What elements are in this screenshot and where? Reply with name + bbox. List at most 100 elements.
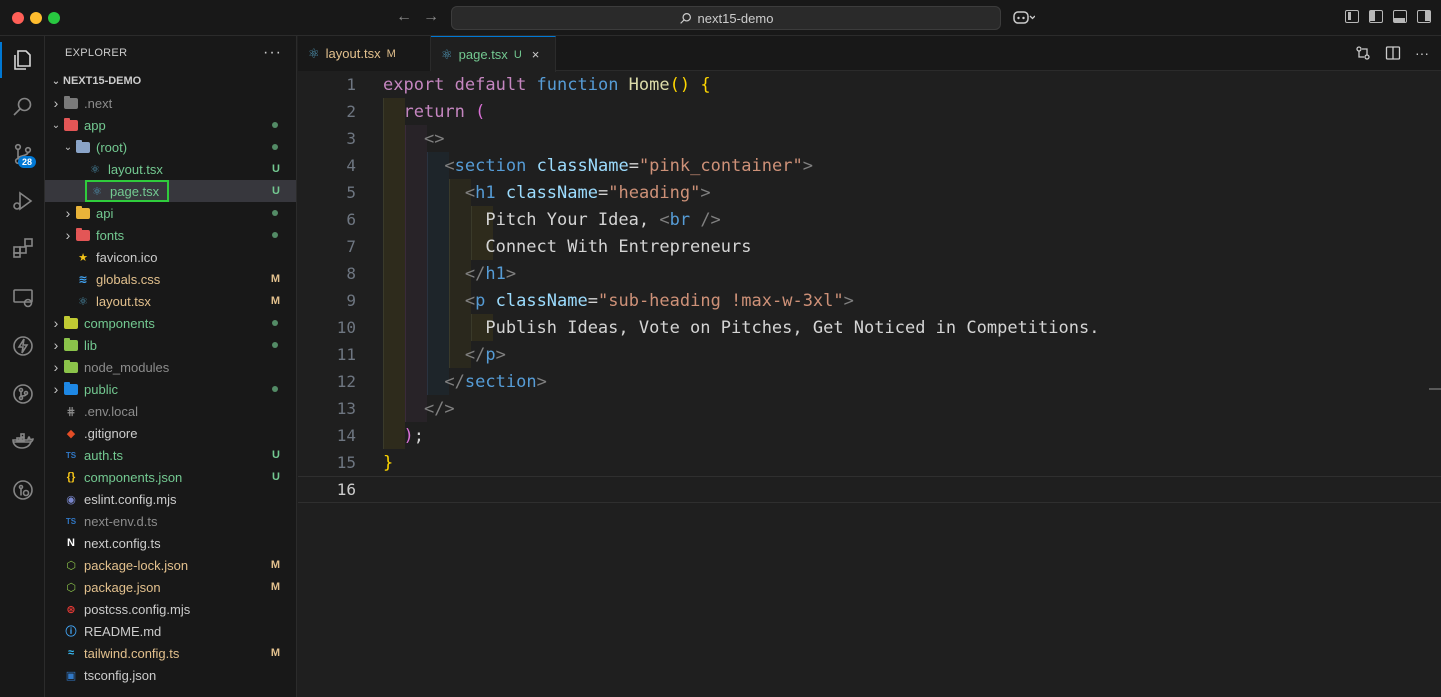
code-token: br: [669, 209, 701, 230]
copilot-icon[interactable]: [1013, 9, 1036, 28]
run-debug-icon[interactable]: [0, 179, 45, 223]
folder-icon: [63, 359, 79, 375]
toggle-secondary-sidebar-icon[interactable]: [1417, 10, 1431, 23]
extensions-icon[interactable]: [0, 226, 45, 270]
tab-layout-tsx[interactable]: ⚛ layout.tsx M: [298, 36, 431, 71]
tree-file[interactable]: ≈ tailwind.config.ts M: [45, 642, 296, 664]
git-status-dot: [272, 386, 278, 392]
tree-file[interactable]: {} components.json U: [45, 466, 296, 488]
tree-file[interactable]: ⓘ README.md: [45, 620, 296, 642]
command-center-search[interactable]: next15-demo: [451, 6, 1001, 30]
line-number: 3: [346, 129, 356, 148]
tree-item-label: auth.ts: [84, 447, 124, 463]
code-line[interactable]: 14 );: [298, 422, 1441, 449]
code-line[interactable]: 9 <p className="sub-heading !max-w-3xl">: [298, 287, 1441, 314]
open-changes-icon[interactable]: [1355, 45, 1371, 64]
code-text: <p className="sub-heading !max-w-3xl">: [383, 291, 854, 311]
code-token: className: [536, 155, 629, 176]
git-status-dot: [272, 232, 278, 238]
split-editor-icon[interactable]: [1385, 45, 1401, 64]
tree-file[interactable]: ≋ globals.css M: [45, 268, 296, 290]
tab-page-tsx[interactable]: ⚛ page.tsx U ×: [431, 36, 556, 72]
code-line[interactable]: 1 export default function Home() {: [298, 71, 1441, 98]
tree-file[interactable]: ⋕ .env.local: [45, 400, 296, 422]
more-actions-icon[interactable]: ···: [263, 44, 282, 62]
tree-item-label: api: [96, 205, 114, 221]
tree-file[interactable]: TS auth.ts U: [45, 444, 296, 466]
code-line[interactable]: 5 <h1 className="heading">: [298, 179, 1441, 206]
code-token: "pink_container": [638, 155, 803, 176]
close-window-button[interactable]: [12, 12, 24, 24]
docker-icon[interactable]: [0, 420, 45, 464]
tree-file[interactable]: ★ favicon.ico: [45, 246, 296, 268]
folder-icon: [63, 337, 79, 353]
source-control-icon[interactable]: 28: [0, 132, 45, 176]
json-icon: {}: [66, 471, 76, 483]
folder-icon: [75, 205, 91, 221]
code-line[interactable]: 3 <>: [298, 125, 1441, 152]
tree-folder[interactable]: › api: [45, 202, 296, 224]
tree-file[interactable]: ⬡ package.json M: [45, 576, 296, 598]
code-line[interactable]: 2 return (: [298, 98, 1441, 125]
code-line[interactable]: 15}: [298, 449, 1441, 476]
tree-item-content: TS auth.ts: [63, 447, 123, 463]
tree-item-label: components: [84, 315, 155, 331]
toggle-primary-sidebar-icon[interactable]: [1369, 10, 1383, 23]
gitlens-icon[interactable]: [0, 468, 45, 512]
workspace-folder-header[interactable]: ⌄ NEXT15-DEMO: [45, 70, 296, 92]
code-token: =: [628, 155, 639, 176]
code-line[interactable]: 6 Pitch Your Idea, <br />: [298, 206, 1441, 233]
tree-folder[interactable]: ⌄ (root): [45, 136, 296, 158]
tree-item-label: tailwind.config.ts: [84, 645, 180, 661]
tree-item-label: components.json: [84, 469, 183, 485]
tree-file[interactable]: ⚛ page.tsx U: [45, 180, 296, 202]
code-editor[interactable]: 1 export default function Home() {2 retur…: [298, 71, 1441, 697]
code-line[interactable]: 7 Connect With Entrepreneurs: [298, 233, 1441, 260]
tree-folder[interactable]: › public: [45, 378, 296, 400]
code-line[interactable]: 8 </h1>: [298, 260, 1441, 287]
tree-file[interactable]: ▣ tsconfig.json: [45, 664, 296, 686]
git-graph-icon[interactable]: [0, 372, 45, 416]
tree-file[interactable]: ◉ eslint.config.mjs: [45, 488, 296, 510]
tree-folder[interactable]: › components: [45, 312, 296, 334]
minimize-window-button[interactable]: [30, 12, 42, 24]
toggle-panel-icon[interactable]: [1393, 10, 1407, 23]
tree-file[interactable]: ⚛ layout.tsx U: [45, 158, 296, 180]
forward-arrow-icon[interactable]: →: [423, 8, 439, 26]
more-actions-icon[interactable]: ···: [1415, 45, 1429, 64]
tree-file[interactable]: ◆ .gitignore: [45, 422, 296, 444]
tree-folder[interactable]: › .next: [45, 92, 296, 114]
code-line[interactable]: 13 </>: [298, 395, 1441, 422]
tree-item-label: postcss.config.mjs: [84, 601, 191, 617]
tree-folder[interactable]: › lib: [45, 334, 296, 356]
close-icon[interactable]: ×: [532, 47, 540, 62]
search-icon[interactable]: [0, 85, 45, 129]
back-arrow-icon[interactable]: ←: [396, 8, 412, 26]
git-status-dot: [272, 342, 278, 348]
tree-folder[interactable]: ⌄ app: [45, 114, 296, 136]
remote-explorer-icon[interactable]: [0, 276, 45, 320]
postcss-icon: ⊛: [66, 603, 76, 616]
tree-item-label: package.json: [84, 579, 161, 595]
maximize-window-button[interactable]: [48, 12, 60, 24]
code-line[interactable]: 12 </section>: [298, 368, 1441, 395]
tree-item-content: {} components.json: [63, 469, 183, 485]
tree-file[interactable]: ⚛ layout.tsx M: [45, 290, 296, 312]
code-line[interactable]: 4 <section className="pink_container">: [298, 152, 1441, 179]
tree-file[interactable]: Nnext.config.ts: [45, 532, 296, 554]
tree-file[interactable]: ⬡ package-lock.json M: [45, 554, 296, 576]
tree-file[interactable]: TS next-env.d.ts: [45, 510, 296, 532]
code-line[interactable]: 16: [298, 476, 1441, 503]
tree-item-content: components: [63, 315, 155, 331]
tree-file[interactable]: ⊛ postcss.config.mjs: [45, 598, 296, 620]
code-line[interactable]: 10 Publish Ideas, Vote on Pitches, Get N…: [298, 314, 1441, 341]
code-line[interactable]: 11 </p>: [298, 341, 1441, 368]
tree-folder[interactable]: › node_modules: [45, 356, 296, 378]
tree-folder[interactable]: › fonts: [45, 224, 296, 246]
customize-layout-icon[interactable]: [1345, 10, 1359, 23]
explorer-icon[interactable]: [0, 38, 45, 82]
thunder-client-icon[interactable]: [0, 324, 45, 368]
tree-item-label: page.tsx: [110, 183, 160, 199]
tree-item-label: tsconfig.json: [84, 667, 157, 683]
code-token: />: [700, 209, 721, 230]
